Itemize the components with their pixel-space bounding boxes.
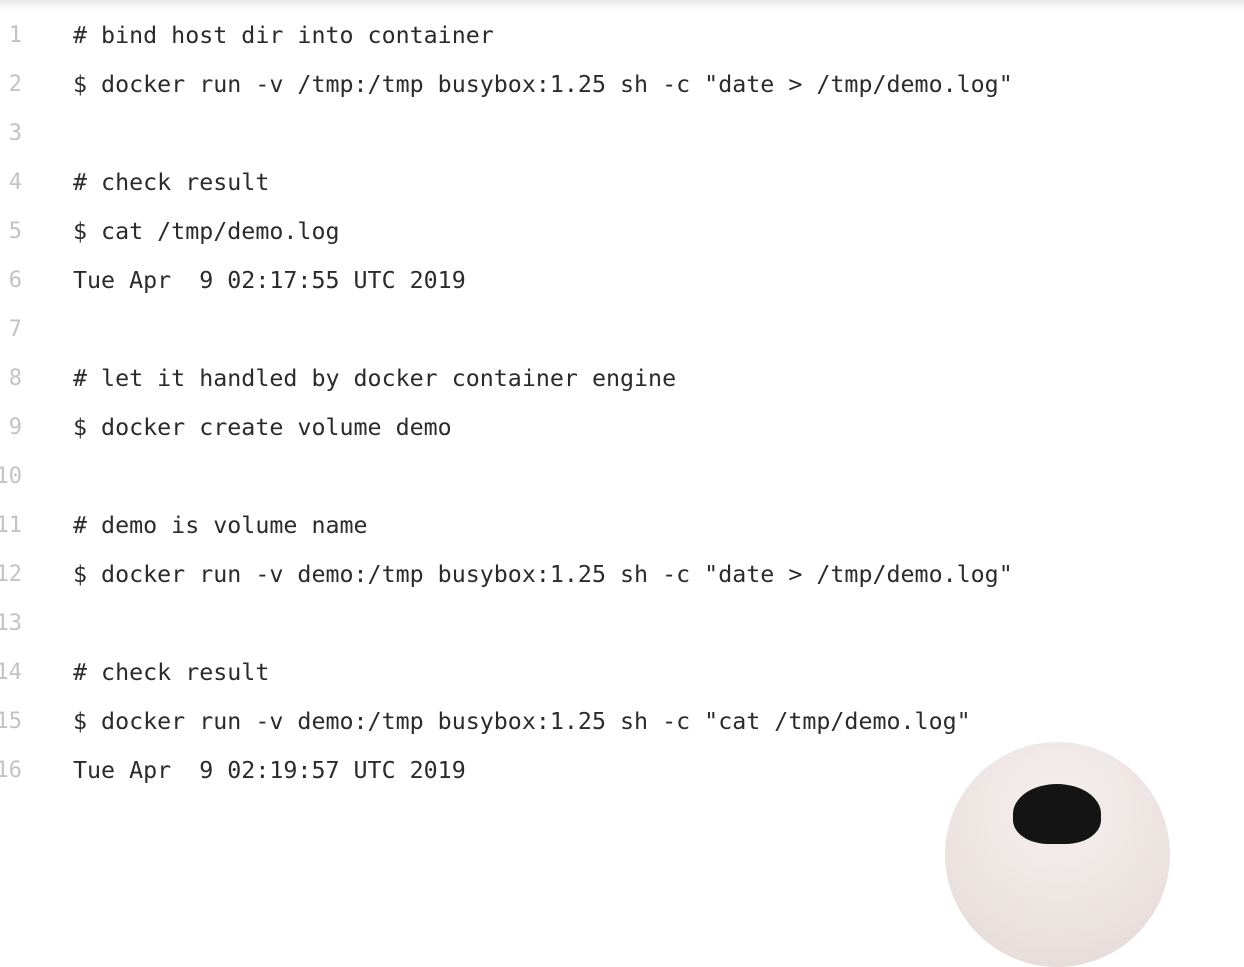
code-line: 10 <box>0 452 1244 501</box>
line-text: Tue Apr 9 02:17:55 UTC 2019 <box>73 267 466 294</box>
code-line: 13 <box>0 599 1244 648</box>
code-line: 11 # demo is volume name <box>0 501 1244 550</box>
line-number: 13 <box>0 611 22 636</box>
line-number: 15 <box>0 709 22 734</box>
code-line: 12 $ docker run -v demo:/tmp busybox:1.2… <box>0 550 1244 599</box>
code-line: 7 <box>0 305 1244 354</box>
line-text: # let it handled by docker container eng… <box>73 365 677 392</box>
line-text: $ docker run -v demo:/tmp busybox:1.25 s… <box>73 561 1013 588</box>
code-line: 2 $ docker run -v /tmp:/tmp busybox:1.25… <box>0 60 1244 109</box>
line-text: $ cat /tmp/demo.log <box>73 218 340 245</box>
line-number: 9 <box>8 415 22 440</box>
line-number: 4 <box>8 170 22 195</box>
code-line: 14 # check result <box>0 648 1244 697</box>
line-number: 8 <box>8 366 22 391</box>
code-line: 5 $ cat /tmp/demo.log <box>0 207 1244 256</box>
line-number: 7 <box>8 317 22 342</box>
line-text: $ docker run -v /tmp:/tmp busybox:1.25 s… <box>73 71 1013 98</box>
code-line: 1 # bind host dir into container <box>0 11 1244 60</box>
line-text: # bind host dir into container <box>73 22 494 49</box>
line-number: 2 <box>8 72 22 97</box>
presenter-hair <box>1013 784 1101 844</box>
code-line: 6 Tue Apr 9 02:17:55 UTC 2019 <box>0 256 1244 305</box>
line-number: 11 <box>0 513 22 538</box>
line-text: Tue Apr 9 02:19:57 UTC 2019 <box>73 757 466 784</box>
line-number: 6 <box>8 268 22 293</box>
line-number: 3 <box>8 121 22 146</box>
presenter-webcam-overlay <box>945 742 1170 967</box>
line-text: # check result <box>73 169 270 196</box>
line-number: 10 <box>0 464 22 489</box>
line-text: $ docker run -v demo:/tmp busybox:1.25 s… <box>73 708 971 735</box>
line-number: 16 <box>0 758 22 783</box>
code-line: 9 $ docker create volume demo <box>0 403 1244 452</box>
line-text: $ docker create volume demo <box>73 414 452 441</box>
code-line: 4 # check result <box>0 158 1244 207</box>
code-line: 8 # let it handled by docker container e… <box>0 354 1244 403</box>
line-number: 12 <box>0 562 22 587</box>
code-line: 15 $ docker run -v demo:/tmp busybox:1.2… <box>0 697 1244 746</box>
line-number: 5 <box>8 219 22 244</box>
line-number: 14 <box>0 660 22 685</box>
code-line: 3 <box>0 109 1244 158</box>
line-text: # check result <box>73 659 270 686</box>
code-editor[interactable]: 1 # bind host dir into container 2 $ doc… <box>0 11 1244 794</box>
line-text: # demo is volume name <box>73 512 368 539</box>
line-number: 1 <box>8 23 22 48</box>
